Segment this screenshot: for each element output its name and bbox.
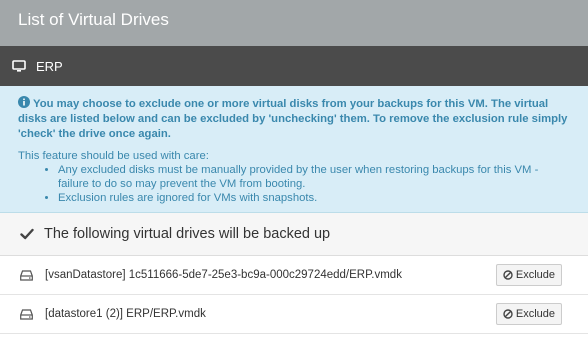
exclude-button-label: Exclude xyxy=(515,308,555,320)
info-panel: You may choose to exclude one or more vi… xyxy=(0,86,588,213)
section-title: The following virtual drives will be bac… xyxy=(44,226,331,242)
info-intro: You may choose to exclude one or more vi… xyxy=(18,96,570,142)
drive-path: [datastore1 (2)] ERP/ERP.vmdk xyxy=(45,308,206,320)
exclude-button[interactable]: Exclude xyxy=(495,303,562,325)
vm-bar: ERP xyxy=(0,46,588,86)
section-header: The following virtual drives will be bac… xyxy=(0,213,588,256)
care-list: Any excluded disks must be manually prov… xyxy=(18,163,570,205)
info-intro-text: You may choose to exclude one or more vi… xyxy=(18,98,568,140)
info-icon xyxy=(18,96,30,108)
drive-path: [vsanDatastore] 1c511666-5de7-25e3-bc9a-… xyxy=(45,269,402,281)
exclude-button[interactable]: Exclude xyxy=(495,264,562,286)
care-item: Exclusion rules are ignored for VMs with… xyxy=(58,191,570,205)
window-header: List of Virtual Drives xyxy=(0,0,588,46)
monitor-icon xyxy=(12,60,26,72)
drive-row: [datastore1 (2)] ERP/ERP.vmdk Exclude xyxy=(0,295,588,334)
vm-name: ERP xyxy=(36,58,63,74)
hard-drive-icon xyxy=(20,308,33,320)
ban-icon xyxy=(503,270,513,280)
care-item: Any excluded disks must be manually prov… xyxy=(58,163,570,191)
drive-row: [vsanDatastore] 1c511666-5de7-25e3-bc9a-… xyxy=(0,256,588,295)
window-title: List of Virtual Drives xyxy=(18,10,169,29)
ban-icon xyxy=(503,309,513,319)
exclude-button-label: Exclude xyxy=(515,269,555,281)
hard-drive-icon xyxy=(20,269,33,281)
check-icon xyxy=(20,228,34,240)
care-heading: This feature should be used with care: xyxy=(18,150,209,162)
